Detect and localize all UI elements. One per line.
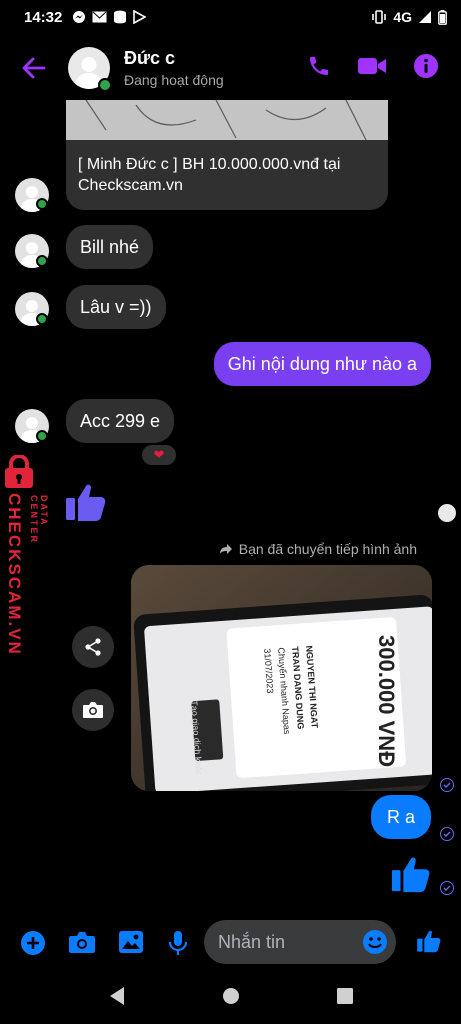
incoming-message[interactable]: Bill nhé <box>66 225 154 269</box>
heart-icon: ❤ <box>153 447 165 462</box>
system-indicators: 4G <box>371 9 447 25</box>
header-actions <box>307 53 439 84</box>
emoji-icon <box>363 930 387 954</box>
network-type: 4G <box>393 9 412 25</box>
message-input-placeholder: Nhắn tin <box>218 931 286 952</box>
voice-button[interactable] <box>168 930 188 961</box>
sent-status-icon <box>440 881 454 895</box>
link-preview-card[interactable]: [ Minh Đức c ] BH 10.000.000.vnđ tại Che… <box>66 100 388 210</box>
storage-notif-icon <box>114 10 127 24</box>
gallery-button[interactable] <box>118 930 144 959</box>
forwarded-text: Bạn đã chuyển tiếp hình ảnh <box>238 541 417 557</box>
online-indicator <box>36 255 48 267</box>
microphone-icon <box>168 931 188 955</box>
outgoing-message[interactable]: R a <box>370 795 431 839</box>
nav-home-button[interactable] <box>221 986 241 1011</box>
info-button[interactable] <box>413 53 439 84</box>
triangle-back-icon <box>109 986 124 1005</box>
checkscam-watermark: CHECKSCAM.VN DATA CENTER <box>4 453 49 656</box>
circle-home-icon <box>222 987 239 1004</box>
forwarded-note: Bạn đã chuyển tiếp hình ảnh <box>219 541 417 557</box>
chat-header: Đức c Đang hoạt động <box>0 38 461 98</box>
nav-back-button[interactable] <box>108 986 126 1011</box>
like-sticker-icon[interactable] <box>64 480 108 524</box>
incoming-message[interactable]: Acc 299 e <box>66 399 175 443</box>
send-like-button[interactable] <box>416 928 442 959</box>
padlock-logo-icon <box>5 453 33 488</box>
share-button[interactable] <box>72 626 114 668</box>
receipt-amount: 300.000 VNĐ <box>374 635 399 768</box>
camera-reply-button[interactable] <box>72 689 114 731</box>
video-icon <box>358 57 386 74</box>
back-button[interactable] <box>14 48 54 88</box>
share-icon <box>85 638 101 656</box>
link-preview-title: [ Minh Đức c ] BH 10.000.000.vnđ tại Che… <box>78 156 341 194</box>
info-icon <box>414 53 438 78</box>
mail-notif-icon <box>92 11 107 23</box>
clock: 14:32 <box>24 8 63 26</box>
online-indicator <box>98 78 112 92</box>
camera-button[interactable] <box>68 930 96 959</box>
signal-icon <box>419 11 431 23</box>
vibrate-icon <box>372 10 387 24</box>
receipt-text: NGUYEN THI NGAT TRAN DANG DUNG Chuyển nh… <box>262 645 320 735</box>
online-indicator <box>36 198 48 210</box>
emoji-button[interactable] <box>362 929 388 960</box>
outgoing-like-icon[interactable] <box>390 852 432 896</box>
more-actions-button[interactable] <box>20 930 46 961</box>
battery-icon <box>438 9 447 25</box>
link-preview-image <box>66 100 388 140</box>
square-recents-icon <box>336 987 353 1004</box>
online-indicator <box>36 430 48 442</box>
active-status: Đang hoạt động <box>124 72 224 88</box>
message-composer: Nhắn tin <box>0 920 461 966</box>
message-list[interactable]: [ Minh Đức c ] BH 10.000.000.vnđ tại Che… <box>0 100 461 910</box>
heart-reaction[interactable]: ❤ <box>140 443 178 467</box>
system-navigation-bar <box>0 972 461 1024</box>
video-call-button[interactable] <box>357 55 387 82</box>
image-icon <box>119 931 143 953</box>
online-indicator <box>36 313 48 325</box>
camera-icon <box>83 702 103 718</box>
status-bar: 14:32 4G <box>0 0 461 34</box>
back-arrow-icon <box>22 57 46 79</box>
watermark-main-text: CHECKSCAM.VN <box>5 493 24 656</box>
audio-call-button[interactable] <box>307 54 331 83</box>
forward-icon <box>219 544 232 554</box>
thumbs-up-icon <box>417 930 441 953</box>
play-notif-icon <box>133 10 147 24</box>
sent-status-icon <box>440 778 454 792</box>
incoming-message[interactable]: Lâu v =)) <box>66 285 166 329</box>
contact-name: Đức c <box>124 48 176 68</box>
messenger-notif-icon <box>73 11 86 23</box>
camera-icon <box>69 932 95 953</box>
nav-recents-button[interactable] <box>336 987 354 1010</box>
plus-icon <box>21 931 45 955</box>
contact-info[interactable]: Đức c Đang hoạt động <box>124 48 224 88</box>
outgoing-message[interactable]: Ghi nội dung như nào a <box>213 342 431 386</box>
phone-icon <box>310 56 328 75</box>
notification-icons <box>72 10 147 24</box>
forwarded-photo[interactable]: NGUYEN THI NGAT TRAN DANG DUNG Chuyển nh… <box>131 565 432 791</box>
watermark-sub-text: DATA CENTER <box>29 495 49 545</box>
sent-status-icon <box>440 827 454 841</box>
read-receipt-avatar <box>438 504 456 522</box>
